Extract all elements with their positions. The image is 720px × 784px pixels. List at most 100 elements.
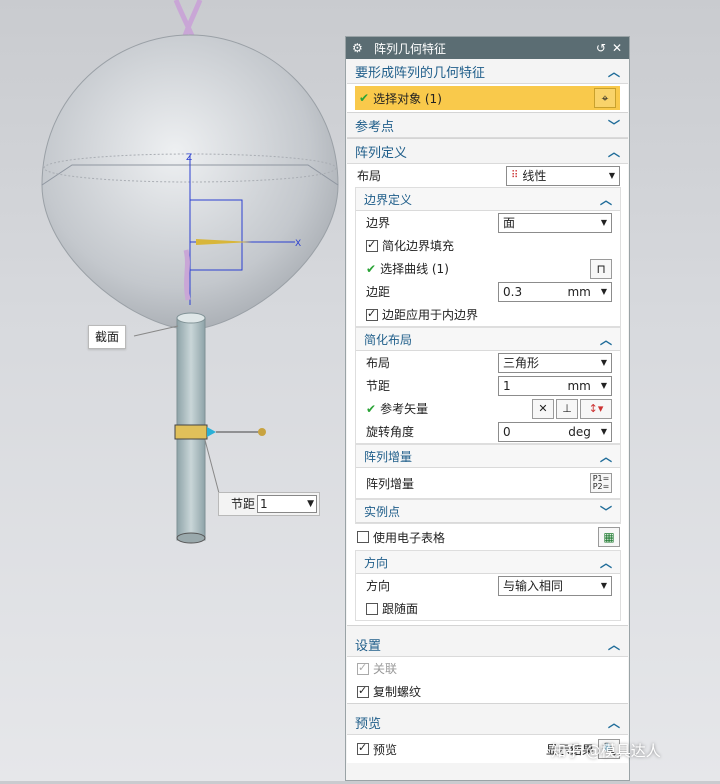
dialog-titlebar: ⚙ 阵列几何特征 ↺ ✕ [346, 37, 629, 59]
follow-face-checkbox[interactable] [366, 602, 378, 615]
vector-axes-icon[interactable]: ⊥ [556, 398, 578, 419]
increment-row: 阵列增量 P1= P2= [356, 468, 620, 498]
spreadsheet-icon[interactable]: ▦ [598, 527, 620, 547]
boundary-value: 面 [503, 216, 516, 230]
direction-value: 与输入相同 [503, 579, 564, 593]
apply-inner-label: 边距应用于内边界 [382, 308, 479, 322]
chevron-up-icon[interactable]: ︿ [600, 191, 612, 208]
chevron-down-icon[interactable]: ▼ [601, 581, 607, 590]
simplify-fill-row[interactable]: 简化边界填充 [356, 234, 620, 257]
chevron-up-icon[interactable]: ︿ [600, 331, 612, 348]
spreadsheet-label: 使用电子表格 [373, 530, 446, 545]
direction-title: 方向 [364, 555, 389, 570]
vector-dropdown-icon[interactable]: ↕▾ [580, 398, 612, 419]
follow-face-row[interactable]: 跟随面 [356, 597, 620, 620]
settings-header[interactable]: 设置 ︿ [347, 632, 628, 657]
direction-header[interactable]: 方向 ︿ [356, 551, 620, 574]
sl-pitch-unit: mm [567, 378, 591, 393]
reverse-direction-icon[interactable]: ✕ [532, 398, 554, 419]
check-icon: ✔ [366, 261, 377, 276]
chevron-up-icon[interactable]: ︿ [608, 636, 620, 653]
simplified-layout-header[interactable]: 简化布局 ︿ [356, 328, 620, 351]
pitch-onscreen-value-box[interactable]: 1 ▼ [257, 495, 317, 513]
increment-header[interactable]: 阵列增量 ︿ [356, 445, 620, 468]
increment-title: 阵列增量 [364, 449, 413, 464]
sl-pitch-input[interactable]: 1 mm ▼ [498, 375, 612, 396]
instance-point-title: 实例点 [364, 504, 401, 519]
check-icon: ✔ [366, 401, 377, 416]
instance-point-header[interactable]: 实例点 ﹀ [356, 500, 620, 523]
associative-row: 关联 [347, 657, 628, 680]
chevron-down-icon[interactable]: ▼ [601, 287, 607, 296]
check-icon: ✔ [359, 91, 370, 105]
margin-input[interactable]: 0.3 mm ▼ [498, 281, 612, 302]
chevron-down-icon[interactable]: ▼ [601, 358, 607, 367]
boundary-header[interactable]: 边界定义 ︿ [356, 188, 620, 211]
array-definition-title: 阵列定义 [355, 145, 408, 161]
chevron-up-icon[interactable]: ︿ [608, 714, 620, 731]
chevron-up-icon[interactable]: ︿ [600, 448, 612, 465]
spreadsheet-row[interactable]: 使用电子表格 ▦ [347, 524, 628, 550]
simplify-fill-checkbox[interactable] [366, 238, 378, 252]
geometry-group: 要形成阵列的几何特征 ︿ ✔ 选择对象 (1) ⌖ [347, 59, 628, 113]
margin-unit: mm [567, 284, 591, 299]
geometry-group-header[interactable]: 要形成阵列的几何特征 ︿ [347, 59, 628, 84]
spreadsheet-checkbox[interactable] [357, 531, 369, 543]
instance-point-subgroup: 实例点 ﹀ [355, 499, 621, 524]
svg-text:Z: Z [186, 153, 192, 163]
chevron-down-icon[interactable]: ▼ [609, 171, 615, 180]
sl-pitch-value: 1 [503, 378, 511, 393]
margin-row: 边距 0.3 mm ▼ [356, 280, 620, 303]
preview-header[interactable]: 预览 ︿ [347, 710, 628, 735]
apply-inner-row[interactable]: 边距应用于内边界 [356, 303, 620, 326]
sl-layout-select[interactable]: 三角形 ▼ [498, 352, 612, 373]
copy-threads-row[interactable]: 复制螺纹 [347, 680, 628, 703]
chevron-down-icon[interactable]: ▼ [601, 427, 607, 436]
chevron-up-icon[interactable]: ︿ [608, 143, 620, 160]
boundary-label: 边界 [366, 216, 391, 230]
watermark: 知乎 @模具达人 [551, 742, 661, 760]
dialog-title: 阵列几何特征 [374, 41, 447, 56]
select-object-row[interactable]: ✔ 选择对象 (1) ⌖ [355, 86, 620, 110]
layout-row: 布局 ⠿ 线性 ▼ [347, 164, 628, 187]
chevron-up-icon[interactable]: ︿ [600, 554, 612, 571]
select-curve-row[interactable]: ✔ 选择曲线 (1) ⊓ [356, 257, 620, 280]
simplified-layout-title: 简化布局 [364, 332, 413, 347]
apply-inner-checkbox[interactable] [366, 307, 378, 321]
reference-point-header[interactable]: 参考点 ﹀ [347, 113, 628, 138]
reference-point-group: 参考点 ﹀ [347, 113, 628, 139]
close-icon[interactable]: ✕ [609, 41, 625, 55]
boundary-row: 边界 面 ▼ [356, 211, 620, 234]
chevron-up-icon[interactable]: ︿ [608, 63, 620, 80]
simplify-fill-label: 简化边界填充 [382, 239, 455, 253]
direction-select[interactable]: 与输入相同 ▼ [498, 575, 612, 596]
chevron-down-icon[interactable]: ﹀ [608, 117, 620, 134]
sl-layout-label: 布局 [366, 356, 391, 370]
increment-table-icon[interactable]: P1= P2= [590, 473, 612, 493]
simplified-layout-subgroup: 简化布局 ︿ 布局 三角形 ▼ 节距 1 mm ▼ ✔ 参考矢量 ✕ ⊥ ↕▾ … [355, 327, 621, 444]
pitch-onscreen-input[interactable]: 节距 1 ▼ [218, 492, 320, 516]
rotation-value: 0 [503, 424, 511, 439]
copy-threads-label: 复制螺纹 [373, 685, 422, 699]
rotation-input[interactable]: 0 deg ▼ [498, 421, 612, 442]
crosshair-icon[interactable]: ⌖ [594, 88, 616, 108]
preview-title: 预览 [355, 716, 382, 732]
chevron-down-icon[interactable]: ▼ [601, 381, 607, 390]
increment-subgroup: 阵列增量 ︿ 阵列增量 P1= P2= [355, 444, 621, 499]
chevron-down-icon[interactable]: ﹀ [600, 503, 612, 520]
curve-select-icon[interactable]: ⊓ [590, 258, 612, 279]
section-tag-label: 截面 [95, 330, 120, 344]
chevron-down-icon[interactable]: ▼ [307, 496, 314, 512]
reset-icon[interactable]: ↺ [593, 41, 609, 55]
rotation-unit: deg [568, 424, 591, 439]
chevron-down-icon[interactable]: ▼ [601, 218, 607, 227]
layout-select[interactable]: ⠿ 线性 ▼ [506, 165, 620, 186]
associative-checkbox [357, 661, 369, 675]
preview-checkbox[interactable] [357, 741, 369, 755]
direction-row: 方向 与输入相同 ▼ [356, 574, 620, 597]
geometry-group-title: 要形成阵列的几何特征 [355, 65, 486, 81]
settings-group: 设置 ︿ 关联 复制螺纹 [347, 632, 628, 704]
copy-threads-checkbox[interactable] [357, 684, 369, 698]
boundary-select[interactable]: 面 ▼ [498, 212, 612, 233]
array-definition-header[interactable]: 阵列定义 ︿ [347, 139, 628, 164]
